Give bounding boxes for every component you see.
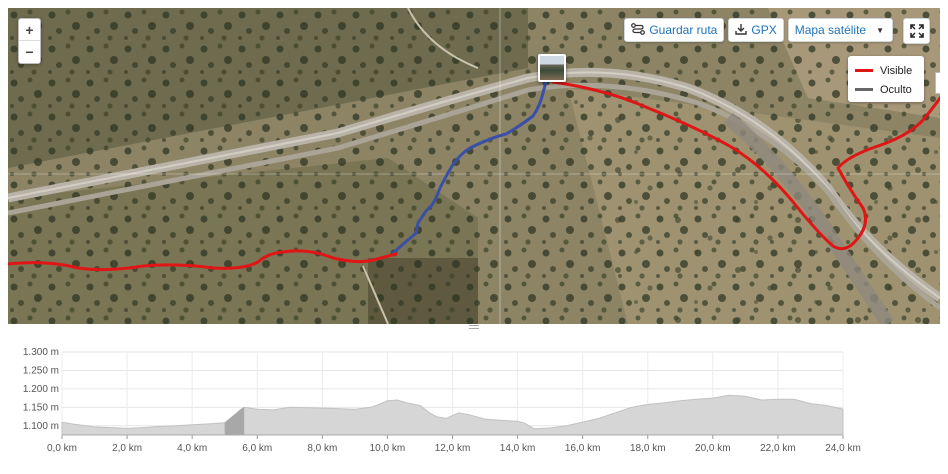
x-tick-label: 10,0 km <box>370 443 406 454</box>
y-tick-label: 1.150 m <box>23 402 59 413</box>
zoom-out-button[interactable]: − <box>19 41 40 63</box>
x-tick-label: 4,0 km <box>177 443 207 454</box>
x-tick-label: 14,0 km <box>500 443 536 454</box>
x-tick-label: 22,0 km <box>760 443 796 454</box>
fullscreen-icon <box>909 24 924 38</box>
x-tick-label: 20,0 km <box>695 443 731 454</box>
x-tick-label: 6,0 km <box>242 443 272 454</box>
photo-marker[interactable] <box>538 54 566 82</box>
x-tick-label: 18,0 km <box>630 443 666 454</box>
y-tick-label: 1.100 m <box>23 421 59 432</box>
save-route-button[interactable]: Guardar ruta <box>624 18 725 42</box>
resize-handle[interactable] <box>469 325 479 329</box>
map-toolbar: Guardar ruta GPX Mapa satélite ▼ <box>624 18 893 42</box>
side-panel-tab[interactable] <box>935 72 940 94</box>
x-tick-label: 0,0 km <box>47 443 77 454</box>
legend-label: Visible <box>880 64 913 77</box>
legend-swatch-visible <box>855 69 873 72</box>
legend-item-hidden[interactable]: Oculto <box>855 80 924 99</box>
y-tick-label: 1.300 m <box>23 347 59 358</box>
gpx-download-button[interactable]: GPX <box>728 18 784 42</box>
map-type-dropdown[interactable]: Mapa satélite ▼ <box>787 18 893 42</box>
fullscreen-button[interactable] <box>903 18 930 44</box>
elevation-chart: 1.300 m 1.250 m 1.200 m 1.150 m 1.100 m 0,0 k… <box>23 347 861 454</box>
satellite-map[interactable]: + − Guardar ruta GPX Mapa satélite ▼ Vis… <box>8 8 940 324</box>
download-icon <box>735 23 748 38</box>
elevation-profile[interactable]: 1.300 m 1.250 m 1.200 m 1.150 m 1.100 m 0,0 k… <box>8 330 940 474</box>
x-tick-label: 16,0 km <box>565 443 601 454</box>
map-type-label: Mapa satélite <box>794 23 867 37</box>
legend-item-visible[interactable]: Visible <box>855 61 924 80</box>
x-tick-label: 2,0 km <box>112 443 142 454</box>
x-tick-label: 12,0 km <box>435 443 471 454</box>
gpx-label: GPX <box>751 23 777 37</box>
satellite-imagery <box>8 8 940 324</box>
zoom-control: + − <box>18 18 41 64</box>
route-icon <box>631 22 646 38</box>
x-tick-label: 24,0 km <box>825 443 861 454</box>
zoom-in-button[interactable]: + <box>19 19 40 41</box>
photo-thumbnail <box>540 56 564 80</box>
legend-swatch-hidden <box>855 88 873 91</box>
y-tick-label: 1.200 m <box>23 384 59 395</box>
x-tick-label: 8,0 km <box>307 443 337 454</box>
save-route-label: Guardar ruta <box>649 23 718 37</box>
track-legend: Visible Oculto <box>848 56 924 102</box>
caret-down-icon: ▼ <box>876 25 884 35</box>
y-tick-label: 1.250 m <box>23 365 59 376</box>
highlight-segment <box>224 407 245 435</box>
legend-label: Oculto <box>880 83 912 96</box>
